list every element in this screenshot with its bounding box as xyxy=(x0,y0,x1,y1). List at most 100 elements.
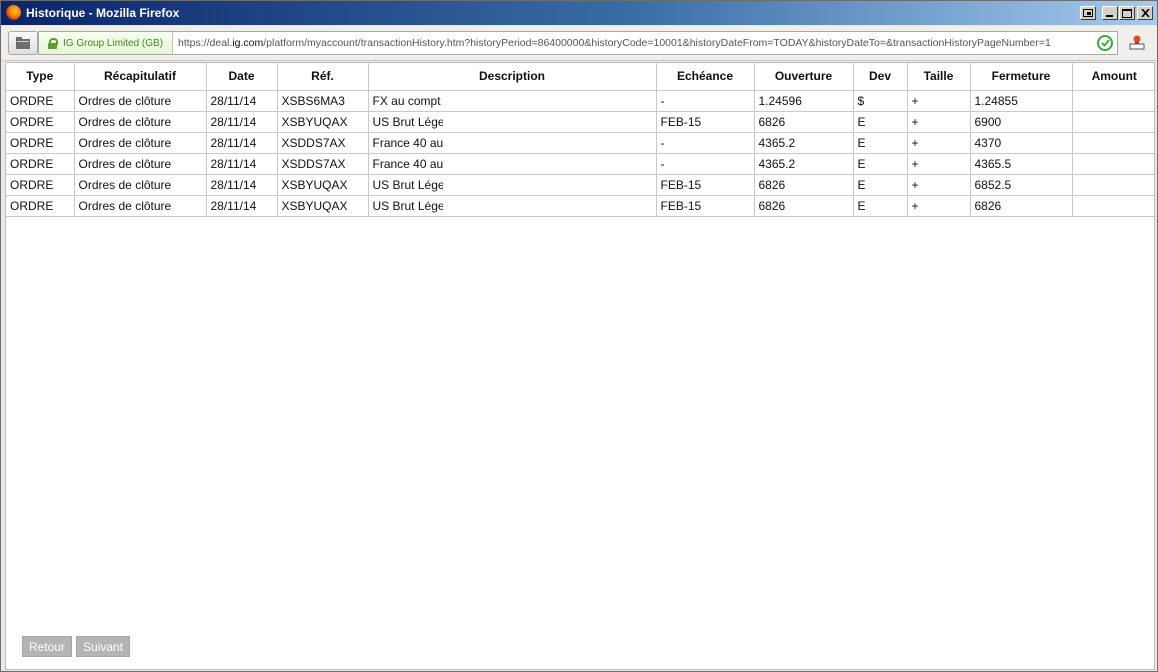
cell-echeance: - xyxy=(656,132,755,154)
cell-date: 28/11/14 xyxy=(206,111,278,133)
cell-fermeture: 6900 xyxy=(970,111,1073,133)
transaction-history-table: Type Récapitulatif Date Réf. Description… xyxy=(6,63,1156,217)
cell-echeance: - xyxy=(656,153,755,175)
cell-echeance: FEB-15 xyxy=(656,195,755,217)
cell-description: FX au compt xyxy=(368,90,657,112)
description-text: US Brut Lége xyxy=(372,198,443,213)
col-header-description[interactable]: Description xyxy=(368,63,657,91)
lock-icon xyxy=(48,37,58,49)
url-domain: ig.com xyxy=(232,37,264,49)
col-header-amount[interactable]: Amount xyxy=(1072,63,1156,91)
cell-ref: XSBS6MA3 xyxy=(277,90,369,112)
pagination: Retour Suivant xyxy=(22,636,131,657)
addon-stamp-icon[interactable] xyxy=(1128,34,1146,52)
cell-recap: Ordres de clôture xyxy=(74,132,207,154)
close-button[interactable] xyxy=(1137,6,1153,20)
cell-type: ORDRE xyxy=(6,174,75,196)
cell-dev: $ xyxy=(853,90,908,112)
cell-ref: XSDDS7AX xyxy=(277,153,369,175)
cell-fermeture: 6826 xyxy=(970,195,1073,217)
cell-taille: + xyxy=(907,174,971,196)
cell-recap: Ordres de clôture xyxy=(74,174,207,196)
cell-amount xyxy=(1072,90,1156,112)
cell-ouverture: 6826 xyxy=(754,111,854,133)
cell-fermeture: 6852.5 xyxy=(970,174,1073,196)
cell-description: US Brut Lége xyxy=(368,111,657,133)
cell-date: 28/11/14 xyxy=(206,153,278,175)
maximize-button[interactable] xyxy=(1119,6,1135,20)
restore-popup-icon[interactable] xyxy=(1080,6,1096,20)
description-text: FX au compt xyxy=(372,93,441,108)
table-body: ORDRE Ordres de clôture 28/11/14 XSBS6MA… xyxy=(6,90,1156,217)
next-page-button[interactable]: Suivant xyxy=(76,636,131,657)
cell-date: 28/11/14 xyxy=(206,195,278,217)
cell-ouverture: 4365.2 xyxy=(754,132,854,154)
browser-window: Historique - Mozilla Firefox IG Group Li… xyxy=(0,0,1158,672)
cell-ref: XSBYUQAX xyxy=(277,195,369,217)
address-bar[interactable]: IG Group Limited (GB) https://deal.ig.co… xyxy=(38,31,1118,55)
cell-amount xyxy=(1072,111,1156,133)
cell-amount xyxy=(1072,174,1156,196)
col-header-ouverture[interactable]: Ouverture xyxy=(754,63,854,91)
cell-ref: XSBYUQAX xyxy=(277,111,369,133)
cell-dev: E xyxy=(853,132,908,154)
col-header-taille[interactable]: Taille xyxy=(907,63,971,91)
col-header-ref[interactable]: Réf. xyxy=(277,63,369,91)
cell-taille: + xyxy=(907,153,971,175)
col-header-recap[interactable]: Récapitulatif xyxy=(74,63,207,91)
cell-recap: Ordres de clôture xyxy=(74,111,207,133)
table-row[interactable]: ORDRE Ordres de clôture 28/11/14 XSBYUQA… xyxy=(6,174,1156,196)
minimize-button[interactable] xyxy=(1102,6,1118,20)
cell-echeance: FEB-15 xyxy=(656,174,755,196)
cell-type: ORDRE xyxy=(6,195,75,217)
cell-fermeture: 1.24855 xyxy=(970,90,1073,112)
table-row[interactable]: ORDRE Ordres de clôture 28/11/14 XSDDS7A… xyxy=(6,132,1156,154)
table-row[interactable]: ORDRE Ordres de clôture 28/11/14 XSDDS7A… xyxy=(6,153,1156,175)
cell-dev: E xyxy=(853,153,908,175)
col-header-fermeture[interactable]: Fermeture xyxy=(970,63,1073,91)
col-header-date[interactable]: Date xyxy=(206,63,278,91)
table-header-row: Type Récapitulatif Date Réf. Description… xyxy=(6,63,1156,91)
cell-description: US Brut Lége xyxy=(368,195,657,217)
window-title: Historique - Mozilla Firefox xyxy=(26,6,180,20)
col-header-echeance[interactable]: Echéance xyxy=(656,63,755,91)
cell-recap: Ordres de clôture xyxy=(74,90,207,112)
navigation-bar: IG Group Limited (GB) https://deal.ig.co… xyxy=(2,26,1156,61)
table-row[interactable]: ORDRE Ordres de clôture 28/11/14 XSBYUQA… xyxy=(6,195,1156,217)
cell-type: ORDRE xyxy=(6,111,75,133)
cell-date: 28/11/14 xyxy=(206,132,278,154)
cell-recap: Ordres de clôture xyxy=(74,153,207,175)
cell-taille: + xyxy=(907,132,971,154)
url-text[interactable]: https://deal.ig.com/platform/myaccount/t… xyxy=(178,37,1088,49)
cell-ouverture: 6826 xyxy=(754,174,854,196)
cell-taille: + xyxy=(907,90,971,112)
table-row[interactable]: ORDRE Ordres de clôture 28/11/14 XSBS6MA… xyxy=(6,90,1156,112)
cell-fermeture: 4365.5 xyxy=(970,153,1073,175)
site-identity-label: IG Group Limited (GB) xyxy=(63,37,164,49)
col-header-type[interactable]: Type xyxy=(6,63,75,91)
cell-ref: XSBYUQAX xyxy=(277,174,369,196)
description-text: US Brut Lége xyxy=(372,177,443,192)
url-path: /platform/myaccount/transactionHistory.h… xyxy=(263,37,1051,49)
folder-icon xyxy=(16,37,30,49)
cell-description: US Brut Lége xyxy=(368,174,657,196)
cell-type: ORDRE xyxy=(6,90,75,112)
cell-recap: Ordres de clôture xyxy=(74,195,207,217)
cell-echeance: - xyxy=(656,90,755,112)
cell-ouverture: 1.24596 xyxy=(754,90,854,112)
cell-description: France 40 au xyxy=(368,132,657,154)
col-header-dev[interactable]: Dev xyxy=(853,63,908,91)
cell-taille: + xyxy=(907,195,971,217)
cell-type: ORDRE xyxy=(6,132,75,154)
cell-ref: XSDDS7AX xyxy=(277,132,369,154)
previous-page-button[interactable]: Retour xyxy=(22,636,73,657)
site-identity-block[interactable]: IG Group Limited (GB) xyxy=(39,32,173,54)
cell-dev: E xyxy=(853,195,908,217)
page-info-button[interactable] xyxy=(8,31,38,55)
verified-check-icon[interactable] xyxy=(1097,35,1113,51)
table-row[interactable]: ORDRE Ordres de clôture 28/11/14 XSBYUQA… xyxy=(6,111,1156,133)
cell-dev: E xyxy=(853,174,908,196)
cell-date: 28/11/14 xyxy=(206,174,278,196)
description-text: France 40 au xyxy=(372,156,443,171)
cell-taille: + xyxy=(907,111,971,133)
